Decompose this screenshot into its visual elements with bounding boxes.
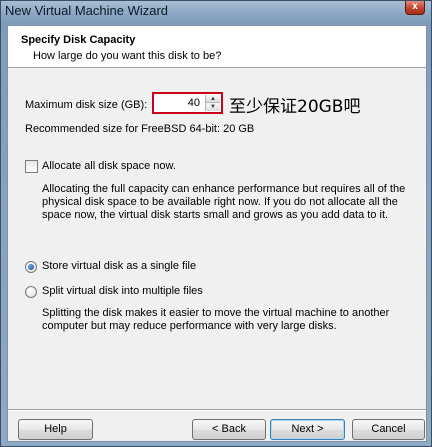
page-subtitle: How large do you want this disk to be? (33, 50, 222, 62)
wizard-window: New Virtual Machine Wizard x Specify Dis… (0, 0, 432, 447)
stepper-buttons: ▲ ▼ (205, 95, 220, 111)
multiple-files-radio[interactable] (25, 286, 37, 298)
split-description: Splitting the disk makes it easier to mo… (42, 307, 390, 332)
wizard-header: Specify Disk Capacity How large do you w… (8, 26, 426, 68)
triangle-up-icon: ▲ (210, 96, 216, 102)
multiple-files-label[interactable]: Split virtual disk into multiple files (42, 285, 203, 297)
single-file-radio[interactable] (25, 261, 37, 273)
close-icon: x (412, 1, 418, 12)
allocate-now-label[interactable]: Allocate all disk space now. (42, 160, 176, 172)
recommended-size-text: Recommended size for FreeBSD 64-bit: 20 … (25, 123, 255, 135)
help-button[interactable]: Help (18, 419, 93, 440)
disk-size-stepper[interactable]: 40 ▲ ▼ (152, 92, 223, 114)
triangle-down-icon: ▼ (210, 104, 216, 110)
page-title: Specify Disk Capacity (21, 34, 136, 46)
window-title: New Virtual Machine Wizard (5, 3, 169, 18)
back-button[interactable]: < Back (192, 419, 266, 440)
allocate-now-checkbox[interactable] (25, 160, 38, 173)
wizard-body: Specify Disk Capacity How large do you w… (7, 25, 427, 442)
stepper-up-button[interactable]: ▲ (206, 95, 220, 103)
allocate-description: Allocating the full capacity can enhance… (42, 183, 406, 221)
footer-divider (8, 409, 426, 411)
stepper-down-button[interactable]: ▼ (206, 103, 220, 111)
single-file-label[interactable]: Store virtual disk as a single file (42, 260, 196, 272)
handwritten-annotation: 至少保证20GB吧 (229, 97, 361, 117)
cancel-button[interactable]: Cancel (352, 419, 425, 440)
next-button[interactable]: Next > (270, 419, 345, 440)
disk-size-value[interactable]: 40 (188, 97, 200, 109)
radio-selected-dot (28, 264, 34, 270)
close-button[interactable]: x (405, 1, 425, 15)
title-bar[interactable]: New Virtual Machine Wizard x (1, 1, 431, 23)
max-disk-size-label: Maximum disk size (GB): (25, 99, 148, 111)
